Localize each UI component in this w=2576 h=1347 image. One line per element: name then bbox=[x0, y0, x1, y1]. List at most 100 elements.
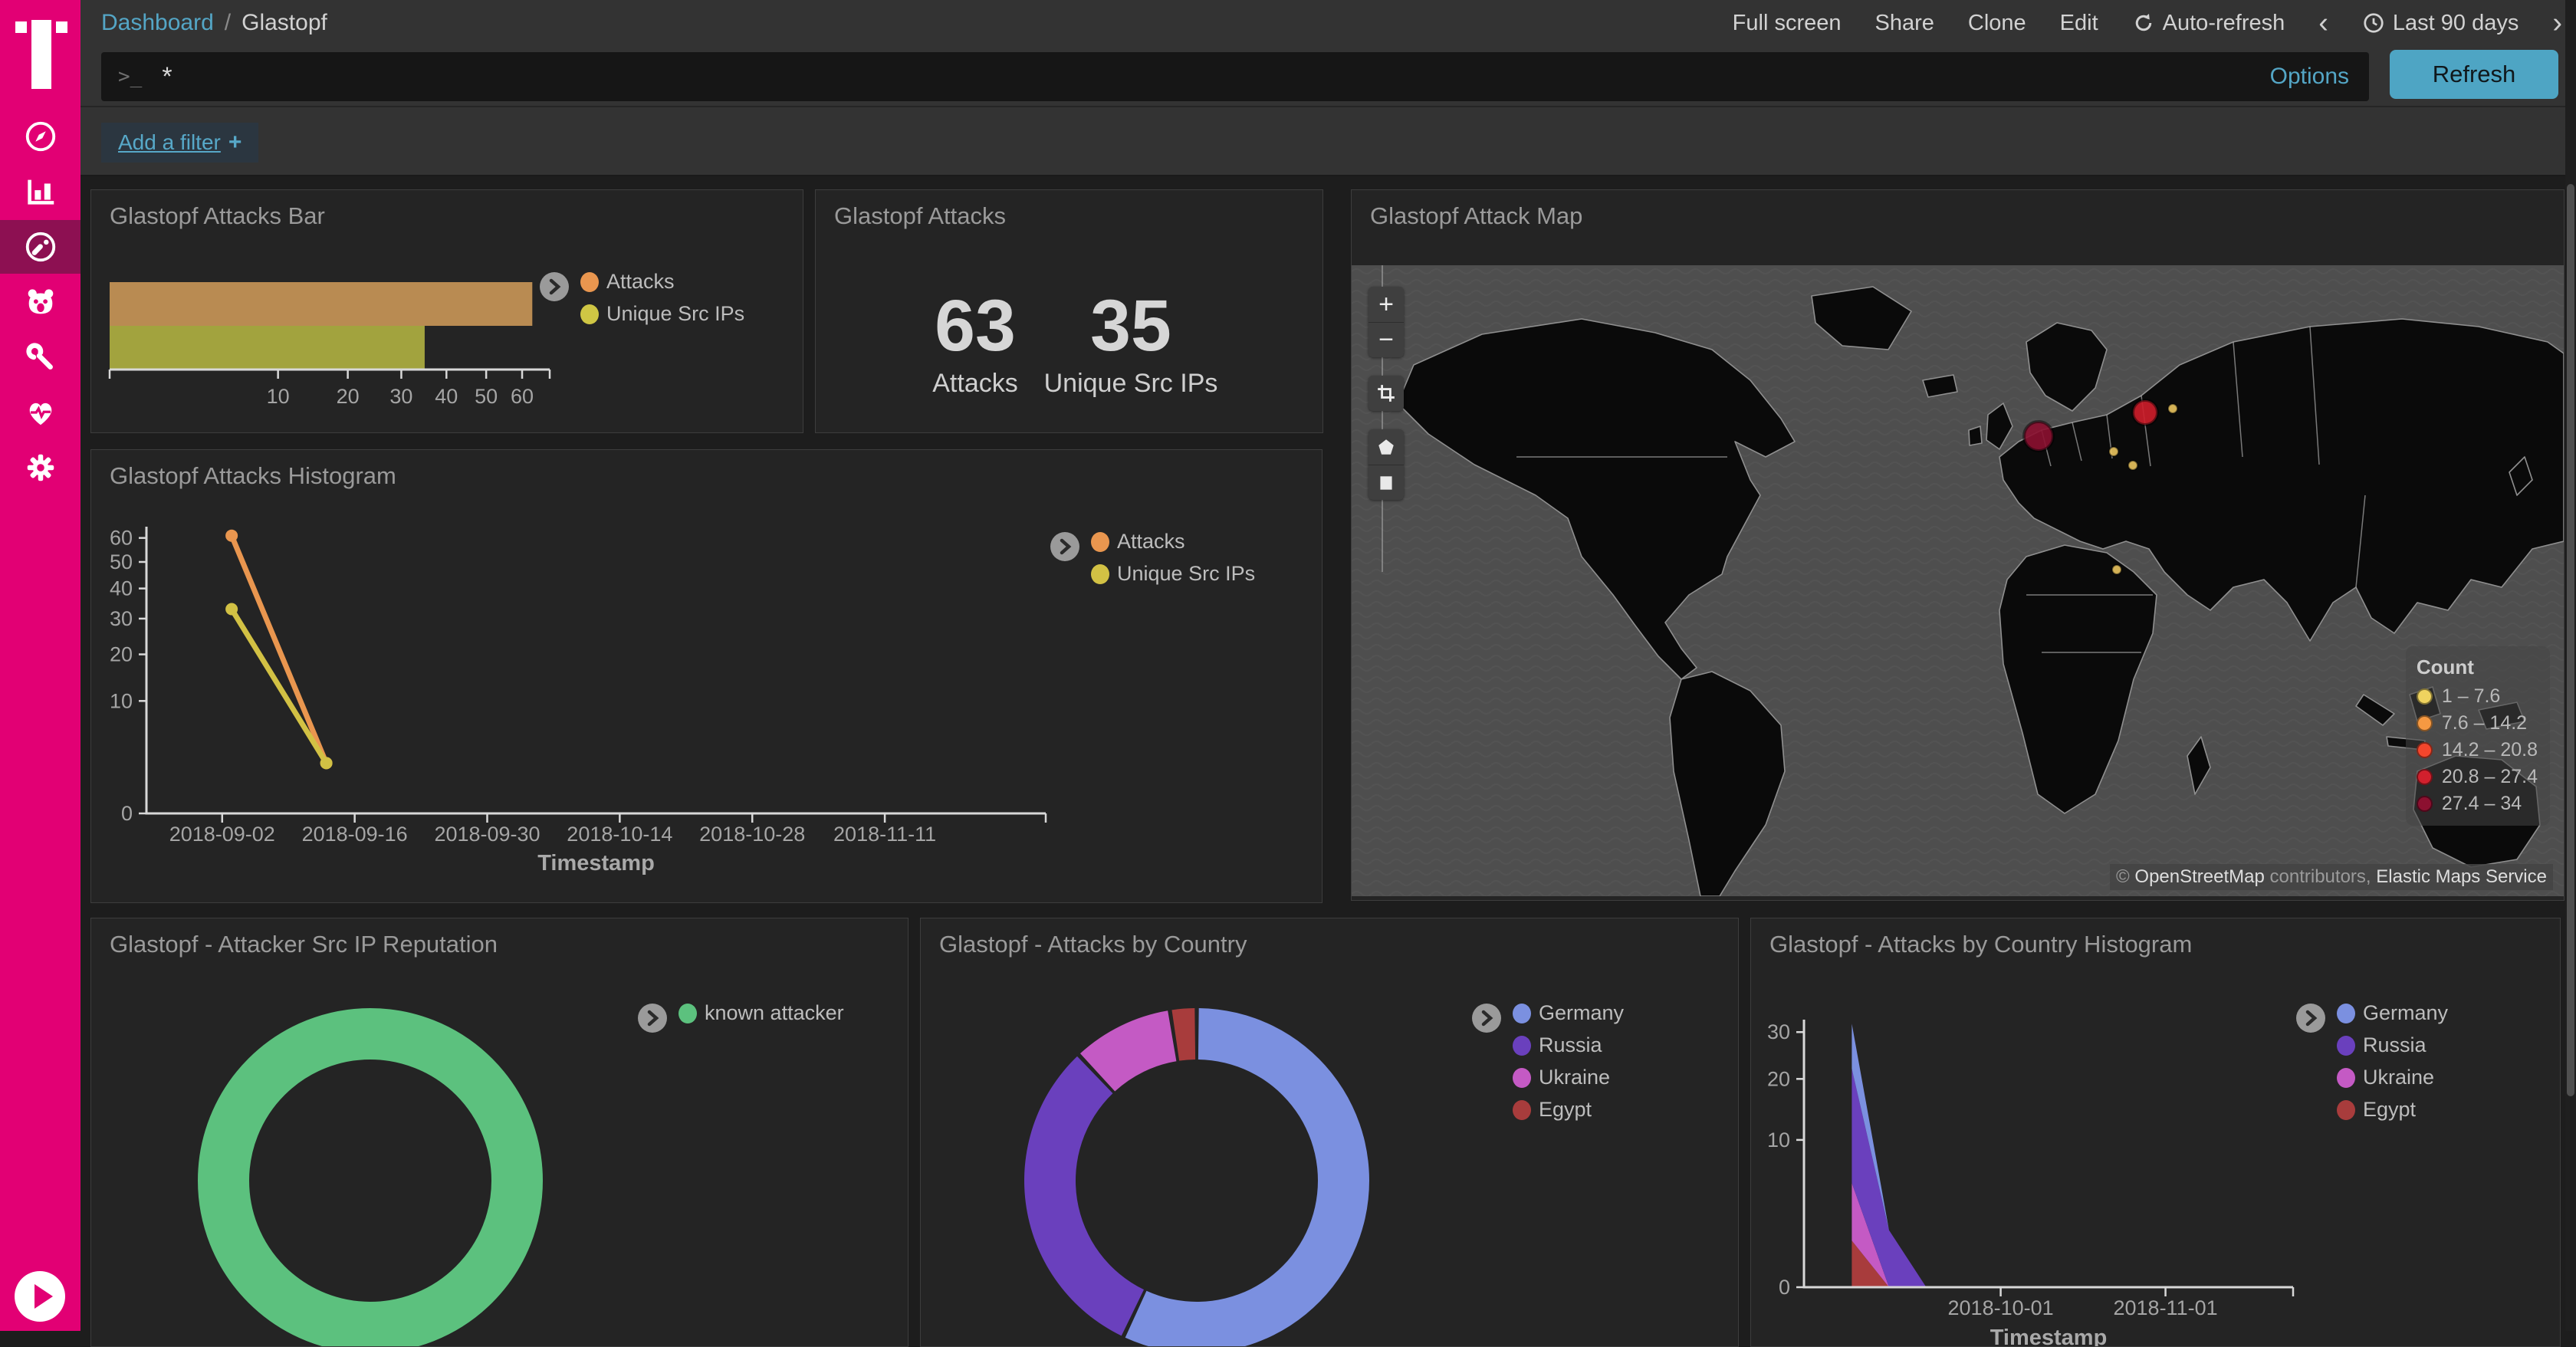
bar-attacks[interactable] bbox=[110, 282, 532, 326]
legend-item-egypt[interactable]: Egypt bbox=[1513, 1098, 1624, 1122]
breadcrumb-dashboard-link[interactable]: Dashboard bbox=[101, 10, 214, 36]
map-legend-range: 1 – 7.6 bbox=[2442, 685, 2500, 708]
axis-tick-label: 20 bbox=[1767, 1067, 1790, 1090]
legend-item-unique-src-ips[interactable]: Unique Src IPs bbox=[580, 302, 744, 326]
legend-item-attacks[interactable]: Attacks bbox=[580, 270, 744, 294]
options-link[interactable]: Options bbox=[2270, 64, 2349, 90]
panel-attacks-histogram: Glastopf Attacks Histogram 0102030405060… bbox=[90, 449, 1322, 903]
map-legend-item: 27.4 – 34 bbox=[2417, 793, 2538, 815]
metric-label: Unique Src IPs bbox=[1016, 369, 1246, 399]
map-fit-bounds-button[interactable] bbox=[1368, 376, 1404, 411]
legend: known attacker bbox=[637, 1001, 844, 1033]
panel-title: Glastopf Attacks bbox=[834, 202, 1006, 230]
map-controls: + − bbox=[1368, 287, 1404, 518]
legend-items: Attacks Unique Src IPs bbox=[1091, 530, 1255, 586]
share-button[interactable]: Share bbox=[1875, 11, 1934, 36]
time-range-picker[interactable]: Last 90 days bbox=[2362, 11, 2518, 36]
query-text[interactable]: * bbox=[162, 62, 2269, 92]
attack-dot-ukraine-north[interactable] bbox=[2109, 447, 2118, 456]
attack-dot-russia-east[interactable] bbox=[2168, 404, 2177, 413]
legend-item-ukraine[interactable]: Ukraine bbox=[1513, 1066, 1624, 1089]
donut-slice-egypt[interactable] bbox=[1171, 1008, 1195, 1061]
data-point[interactable] bbox=[225, 530, 238, 542]
scrollbar-thumb[interactable] bbox=[2567, 184, 2574, 1096]
vertical-scrollbar[interactable] bbox=[2565, 0, 2576, 1331]
legend: Germany Russia Ukraine Egypt bbox=[1471, 1001, 1624, 1122]
legend-item-egypt[interactable]: Egypt bbox=[2337, 1098, 2448, 1122]
axis-tick-label: 60 bbox=[511, 385, 534, 408]
map-zoom-out-button[interactable]: − bbox=[1368, 322, 1404, 357]
plus-icon: + bbox=[228, 130, 242, 156]
refresh-button[interactable]: Refresh bbox=[2390, 50, 2558, 99]
legend-label: Egypt bbox=[2363, 1098, 2416, 1122]
time-back-button[interactable]: ‹ bbox=[2318, 8, 2328, 38]
ems-link[interactable]: Elastic Maps Service bbox=[2376, 866, 2547, 887]
bar-unique-src-ips[interactable] bbox=[110, 326, 425, 370]
map-draw-rectangle-button[interactable] bbox=[1368, 465, 1404, 500]
line-series-unique-src-ips[interactable] bbox=[232, 609, 326, 764]
top-navigation-bar: Dashboard / Glastopf Full screen Share C… bbox=[80, 0, 2576, 46]
donut-slice-known-attacker[interactable] bbox=[224, 1034, 518, 1328]
search-input[interactable]: >_ * Options bbox=[101, 52, 2369, 101]
attack-dot-egypt[interactable] bbox=[2112, 565, 2121, 574]
legend-toggle-chevron-icon[interactable] bbox=[637, 1003, 668, 1033]
legend-item-ukraine[interactable]: Ukraine bbox=[2337, 1066, 2448, 1089]
axis-tick-label: 30 bbox=[1767, 1020, 1790, 1043]
legend-item-attacks[interactable]: Attacks bbox=[1091, 530, 1255, 554]
gauge-icon bbox=[23, 229, 58, 264]
osm-link[interactable]: OpenStreetMap bbox=[2134, 866, 2264, 887]
map-draw-polygon-button[interactable] bbox=[1368, 429, 1404, 465]
time-forward-button[interactable]: › bbox=[2552, 8, 2562, 38]
legend-label: Ukraine bbox=[2363, 1066, 2434, 1089]
legend-toggle-chevron-icon[interactable] bbox=[1471, 1003, 1502, 1033]
attack-dot-russia-moscow[interactable] bbox=[2133, 400, 2157, 425]
legend-item-russia[interactable]: Russia bbox=[2337, 1033, 2448, 1057]
crop-icon bbox=[1376, 383, 1396, 403]
attack-dot-germany[interactable] bbox=[2024, 422, 2053, 451]
map-legend-range: 27.4 – 34 bbox=[2442, 793, 2522, 815]
attack-dot-ukraine-east[interactable] bbox=[2128, 461, 2137, 470]
axis-tick-label: 2018-10-28 bbox=[699, 823, 805, 846]
legend-toggle-chevron-icon[interactable] bbox=[2295, 1003, 2326, 1033]
breadcrumb-separator: / bbox=[225, 10, 231, 36]
telekom-logo[interactable] bbox=[15, 20, 66, 89]
sidebar-item-dashboard[interactable] bbox=[0, 220, 80, 274]
panel-attacks-bar: Glastopf Attacks Bar 102030405060 Attack… bbox=[90, 189, 803, 433]
sidebar-item-timelion[interactable] bbox=[0, 275, 80, 329]
add-filter-button[interactable]: Add a filter + bbox=[101, 123, 258, 163]
legend-dot-icon bbox=[2337, 1068, 2355, 1088]
map-canvas bbox=[1352, 265, 2564, 896]
country-histogram-chart: 01020302018-10-012018-11-01Timestamp bbox=[1751, 918, 2560, 1346]
sidebar-item-dev-tools[interactable] bbox=[0, 330, 80, 384]
map-attribution: © OpenStreetMap contributors, Elastic Ma… bbox=[2110, 864, 2553, 890]
panel-attacks-metric: Glastopf Attacks 63 Attacks 35 Unique Sr… bbox=[815, 189, 1323, 433]
legend-toggle-chevron-icon[interactable] bbox=[1050, 531, 1080, 562]
legend-item-unique-src-ips[interactable]: Unique Src IPs bbox=[1091, 562, 1255, 586]
sidebar-item-visualize[interactable] bbox=[0, 165, 80, 218]
compass-icon bbox=[23, 119, 58, 154]
legend-item-germany[interactable]: Germany bbox=[1513, 1001, 1624, 1025]
sidebar-item-management[interactable] bbox=[0, 441, 80, 494]
legend-toggle-chevron-icon[interactable] bbox=[539, 271, 570, 302]
metric-unique-src-ips: 35 Unique Src IPs bbox=[1016, 290, 1246, 399]
full-screen-button[interactable]: Full screen bbox=[1733, 11, 1842, 36]
sidebar-item-monitoring[interactable] bbox=[0, 386, 80, 439]
edit-button[interactable]: Edit bbox=[2060, 11, 2098, 36]
world-map[interactable]: + − bbox=[1352, 265, 2564, 896]
auto-refresh-button[interactable]: Auto-refresh bbox=[2132, 11, 2285, 36]
legend-item-russia[interactable]: Russia bbox=[1513, 1033, 1624, 1057]
clone-button[interactable]: Clone bbox=[1968, 11, 2026, 36]
legend-label: Germany bbox=[2363, 1001, 2448, 1025]
legend: Germany Russia Ukraine Egypt bbox=[2295, 1001, 2448, 1122]
line-series-attacks[interactable] bbox=[232, 536, 326, 764]
sidebar-item-discover[interactable] bbox=[0, 110, 80, 163]
legend-item-known-attacker[interactable]: known attacker bbox=[678, 1001, 844, 1025]
legend-dot-icon bbox=[2337, 1036, 2355, 1056]
data-point[interactable] bbox=[225, 603, 238, 616]
sidebar-expand-button[interactable] bbox=[15, 1271, 65, 1322]
data-point[interactable] bbox=[320, 757, 333, 769]
map-zoom-in-button[interactable]: + bbox=[1368, 287, 1404, 322]
legend-item-germany[interactable]: Germany bbox=[2337, 1001, 2448, 1025]
rectangle-icon bbox=[1376, 473, 1396, 493]
donut-slice-russia[interactable] bbox=[1024, 1056, 1144, 1336]
